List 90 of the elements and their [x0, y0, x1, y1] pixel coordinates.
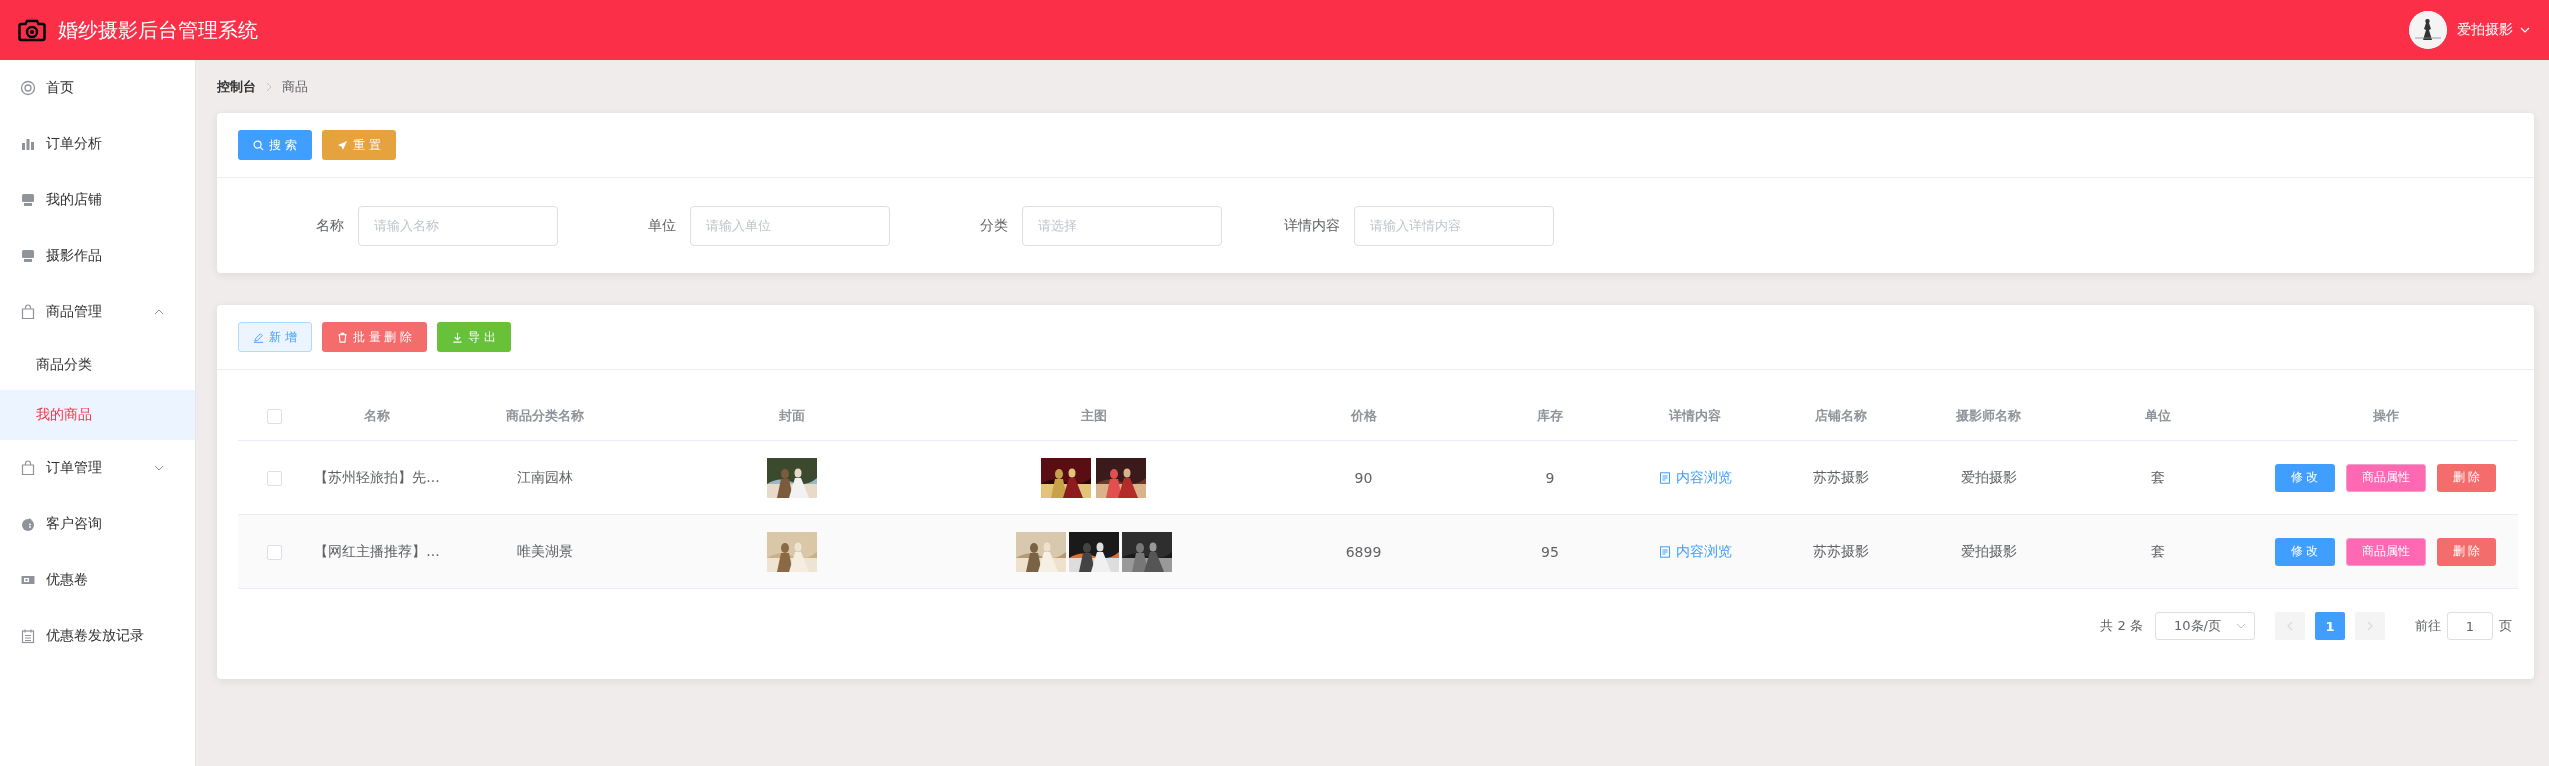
caret-icon: [2236, 621, 2246, 631]
column-header: 库存: [1537, 408, 1563, 423]
page-input[interactable]: 1: [2447, 612, 2493, 640]
table-cell: 【苏州轻旅拍】先...: [314, 468, 440, 485]
shop-icon: [20, 192, 36, 208]
sidebar-item[interactable]: 摄影作品: [0, 228, 195, 284]
total-count: 共 2 条: [2100, 617, 2143, 635]
document-icon: [1658, 471, 1671, 484]
table-cell: 套: [2151, 468, 2165, 485]
input-field[interactable]: 请选择: [1022, 205, 1222, 246]
app-title: 婚纱摄影后台管理系统: [58, 16, 258, 44]
checkbox[interactable]: [267, 544, 282, 560]
sidebar-item[interactable]: 我的店铺: [0, 172, 195, 228]
chat-icon: [20, 516, 36, 532]
input-field[interactable]: 请输入详情内容: [1354, 205, 1554, 246]
table-cell: 唯美湖景: [517, 542, 573, 559]
page-button[interactable]: 1: [2315, 612, 2345, 640]
bar-chart-icon: [20, 136, 36, 152]
sidebar-subitem[interactable]: 商品分类: [0, 340, 195, 390]
sidebar-item[interactable]: 商品管理: [0, 284, 195, 340]
column-header: 操作: [2372, 408, 2399, 423]
table-cell: 套: [2151, 542, 2165, 559]
delete-button[interactable]: 删 除: [2436, 537, 2497, 566]
page-suffix: 页: [2499, 617, 2512, 635]
chevron-left-icon: [2285, 621, 2295, 631]
column-header: 详情内容: [1669, 408, 1721, 423]
content-link[interactable]: 内容浏览: [1658, 468, 1732, 487]
table-cell: 95: [1541, 543, 1559, 560]
chevron-right-icon: [2365, 621, 2375, 631]
breadcrumb-item: 商品: [282, 77, 308, 96]
field-label: 分类: [979, 216, 1009, 235]
table-cell: 苏苏摄影: [1812, 468, 1869, 485]
column-header: 单位: [2145, 408, 2171, 423]
breadcrumb-item[interactable]: 控制台: [217, 77, 256, 96]
checkbox[interactable]: [267, 409, 282, 424]
column-header: 摄影师名称: [1956, 408, 2021, 423]
sidebar-item[interactable]: 订单管理: [0, 440, 195, 496]
edit-icon: [253, 331, 264, 343]
edit-button[interactable]: 修 改: [2274, 463, 2335, 492]
table-cell: 【网红主播推荐】...: [314, 542, 440, 559]
sidebar-item[interactable]: 客户咨询: [0, 496, 195, 552]
delete-button[interactable]: 删 除: [2436, 463, 2497, 492]
sidebar-item[interactable]: 优惠卷: [0, 552, 195, 608]
download-icon: [452, 331, 464, 343]
column-header: 商品分类名称: [506, 408, 584, 423]
bag-icon: [20, 460, 36, 476]
delete-icon: [336, 331, 348, 343]
table-cell: 江南园林: [517, 468, 573, 485]
attributes-button[interactable]: 商品属性: [2345, 463, 2426, 492]
column-header: 价格: [1350, 408, 1377, 423]
edit-button[interactable]: 修 改: [2274, 537, 2335, 566]
content-link[interactable]: 内容浏览: [1658, 542, 1732, 561]
table-cell: 9: [1545, 469, 1555, 486]
table-cell: 6899: [1345, 543, 1382, 560]
column-header: 封面: [779, 408, 805, 423]
search-button[interactable]: 搜 索: [238, 130, 312, 160]
calendar-icon: [20, 628, 36, 644]
field-label: 单位: [647, 216, 677, 235]
reset-button[interactable]: 重 置: [321, 130, 396, 160]
add-button[interactable]: 新 增: [238, 322, 312, 352]
sidebar-item[interactable]: 优惠卷发放记录: [0, 608, 195, 664]
document-icon: [1658, 545, 1671, 558]
bag-icon: [20, 304, 36, 320]
table-cell: 苏苏摄影: [1812, 542, 1869, 559]
sidebar-subitem[interactable]: 我的商品: [0, 390, 195, 440]
column-header: 名称: [364, 408, 390, 423]
export-button[interactable]: 导 出: [437, 322, 512, 352]
checkbox[interactable]: [267, 470, 282, 486]
user-name[interactable]: 爱拍摄影: [2457, 21, 2513, 39]
table-cell: 爱拍摄影: [1960, 468, 2017, 485]
batch-delete-button[interactable]: 批 量 删 除: [321, 322, 428, 352]
page-size-select[interactable]: 10条/页: [2155, 612, 2255, 640]
sidebar-item[interactable]: 首页: [0, 60, 195, 116]
send-icon: [336, 139, 348, 151]
field-label: 详情内容: [1283, 216, 1341, 235]
chevron-icon: [264, 81, 274, 92]
column-header: 店铺名称: [1814, 408, 1867, 423]
attributes-button[interactable]: 商品属性: [2345, 537, 2426, 566]
field-label: 名称: [315, 216, 345, 235]
ring-icon: [20, 80, 36, 96]
goto-label: 前往: [2415, 617, 2441, 635]
search-icon: [253, 139, 264, 151]
table-cell: 90: [1354, 469, 1373, 486]
column-header: 主图: [1080, 408, 1107, 423]
sidebar-item[interactable]: 订单分析: [0, 116, 195, 172]
input-field[interactable]: 请输入单位: [690, 205, 890, 246]
avatar-icon[interactable]: [2409, 11, 2447, 49]
shop-icon: [20, 248, 36, 264]
input-field[interactable]: 请输入名称: [358, 205, 558, 246]
table-cell: 爱拍摄影: [1960, 542, 2017, 559]
